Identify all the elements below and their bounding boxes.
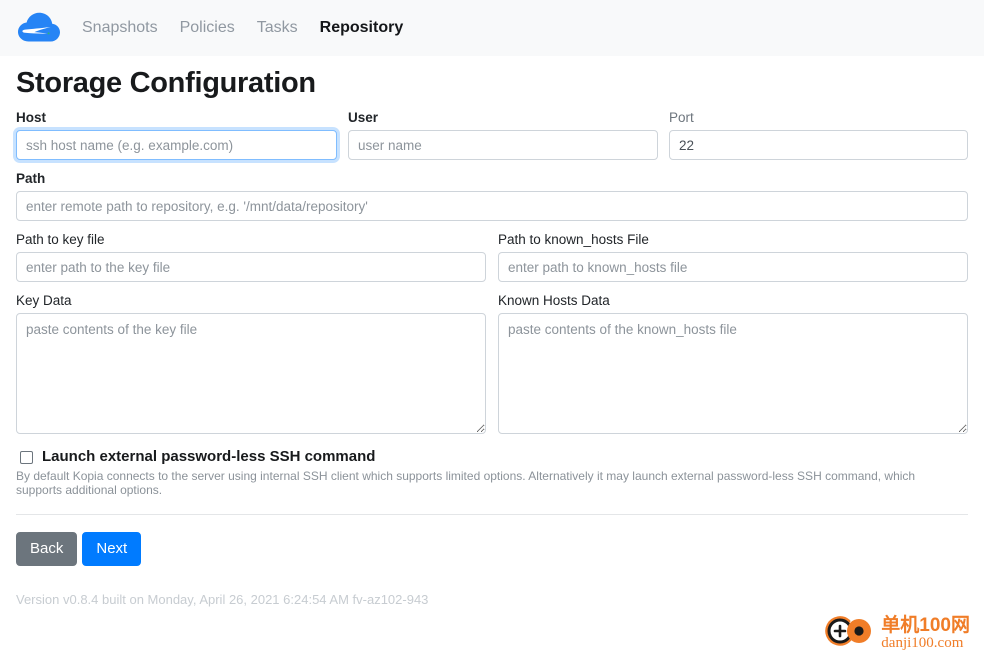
external-ssh-checkbox[interactable] [20, 451, 33, 464]
path-label: Path [16, 171, 46, 186]
user-field-group: User [348, 109, 658, 160]
port-input[interactable] [669, 130, 968, 160]
watermark-text: 单机100网 danji100.com [881, 614, 970, 652]
page-content: Storage Configuration Host User Port Pat… [0, 67, 984, 566]
watermark: 单机100网 danji100.com [823, 614, 970, 653]
next-button[interactable]: Next [82, 532, 142, 566]
port-label: Port [669, 110, 694, 125]
connection-row: Host User Port [16, 109, 968, 160]
external-ssh-help-text: By default Kopia connects to the server … [16, 469, 916, 497]
watermark-logo-icon [823, 614, 875, 653]
nav-link-repository[interactable]: Repository [320, 19, 404, 37]
known-hosts-data-label: Known Hosts Data [498, 293, 610, 308]
key-data-row: Key Data Known Hosts Data [16, 292, 968, 434]
known-hosts-path-input[interactable] [498, 252, 968, 282]
user-input[interactable] [348, 130, 658, 160]
watermark-cn: 单机100网 [881, 614, 970, 636]
external-ssh-label[interactable]: Launch external password-less SSH comman… [42, 447, 375, 467]
port-field-group: Port [669, 109, 968, 160]
page-title: Storage Configuration [16, 67, 316, 99]
navbar: Snapshots Policies Tasks Repository [0, 0, 984, 56]
host-label: Host [16, 110, 46, 125]
user-label: User [348, 110, 379, 125]
nav-link-tasks[interactable]: Tasks [257, 19, 298, 37]
footer-version: Version v0.8.4 built on Monday, April 26… [16, 592, 429, 607]
nav-link-policies[interactable]: Policies [180, 19, 235, 37]
key-file-path-input[interactable] [16, 252, 486, 282]
external-ssh-group: Launch external password-less SSH comman… [16, 447, 968, 467]
known-hosts-path-label: Path to known_hosts File [498, 232, 649, 247]
key-data-label: Key Data [16, 293, 72, 308]
nav-links: Snapshots Policies Tasks Repository [82, 19, 403, 37]
key-data-group: Key Data [16, 292, 486, 434]
nav-link-snapshots[interactable]: Snapshots [82, 19, 158, 37]
known-hosts-data-textarea[interactable] [498, 313, 968, 434]
key-file-path-group: Path to key file [16, 231, 486, 282]
path-input[interactable] [16, 191, 968, 221]
host-input[interactable] [16, 130, 337, 160]
host-field-group: Host [16, 109, 337, 160]
kopia-cloud-logo-icon[interactable] [16, 9, 62, 47]
path-field-group: Path [16, 170, 968, 221]
section-divider [16, 514, 968, 515]
known-hosts-data-group: Known Hosts Data [498, 292, 968, 434]
watermark-en: danji100.com [881, 634, 964, 651]
key-paths-row: Path to key file Path to known_hosts Fil… [16, 231, 968, 282]
key-file-path-label: Path to key file [16, 232, 105, 247]
key-data-textarea[interactable] [16, 313, 486, 434]
back-button[interactable]: Back [16, 532, 78, 566]
wizard-button-row: Back Next [16, 532, 968, 566]
known-hosts-path-group: Path to known_hosts File [498, 231, 968, 282]
path-row: Path [16, 170, 968, 221]
